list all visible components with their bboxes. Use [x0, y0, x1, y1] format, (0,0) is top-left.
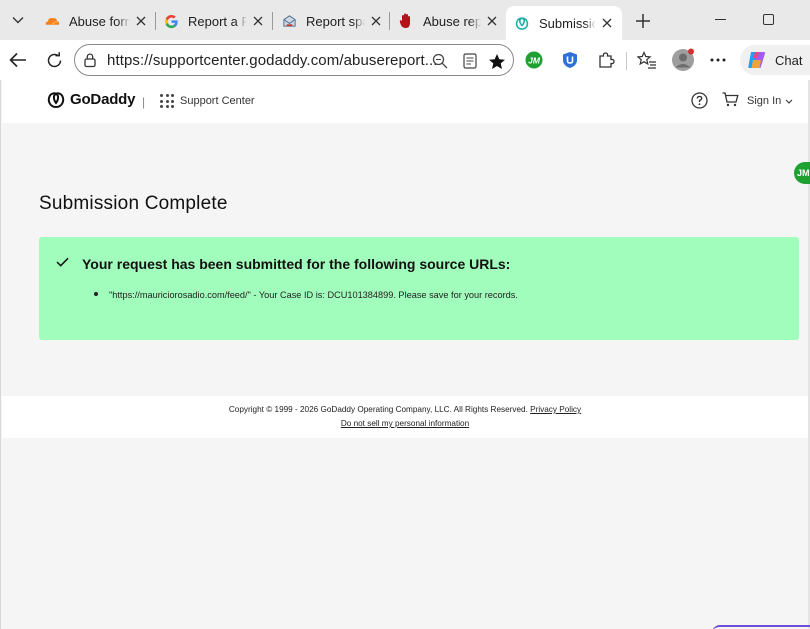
header-separator: | — [142, 95, 146, 109]
do-not-sell-link[interactable]: Do not sell my personal information — [2, 419, 808, 428]
toolbar-divider — [626, 52, 627, 70]
new-tab-button[interactable] — [632, 10, 654, 32]
close-icon[interactable] — [367, 12, 385, 30]
checkmark-icon — [56, 254, 69, 272]
lock-icon[interactable] — [83, 52, 99, 68]
back-button[interactable] — [6, 48, 30, 72]
cart-icon[interactable] — [722, 92, 739, 112]
svg-text:JM: JM — [528, 55, 541, 65]
plus-icon — [636, 14, 650, 28]
copilot-icon — [748, 52, 766, 68]
success-alert: Your request has been submitted for the … — [39, 237, 799, 340]
close-icon[interactable] — [483, 12, 501, 30]
tab-title: Abuse form — [69, 13, 130, 29]
site-footer: Copyright © 1999 - 2026 GoDaddy Operatin… — [2, 396, 808, 438]
stop-hand-icon — [398, 13, 414, 29]
extensions-button[interactable] — [594, 48, 618, 72]
help-icon[interactable] — [691, 92, 708, 114]
tab-separator — [155, 12, 156, 30]
google-icon — [163, 13, 179, 29]
shield-icon — [563, 52, 577, 68]
close-icon[interactable] — [249, 12, 267, 30]
list-bullet — [94, 292, 98, 296]
tab-title: Submission — [539, 15, 596, 31]
maximize-button[interactable] — [763, 14, 774, 25]
cloudflare-icon — [44, 13, 60, 29]
copilot-chat-button[interactable]: Chat — [740, 45, 810, 75]
list-item: "https://mauriciorosadio.com/feed/" - Yo… — [109, 290, 518, 300]
bottom-edge-widget[interactable] — [712, 625, 810, 629]
tab-separator — [272, 12, 273, 30]
tab-title: Report a Pa — [188, 13, 247, 29]
avatar — [672, 48, 694, 71]
close-icon[interactable] — [132, 12, 150, 30]
godaddy-logo-icon — [47, 92, 65, 108]
sidebar-jm-badge[interactable]: JM — [794, 162, 810, 184]
godaddy-logo[interactable]: GoDaddy — [46, 91, 135, 108]
tab-abuse-report[interactable]: Abuse repo — [398, 6, 501, 36]
url-text[interactable]: https://supportcenter.godaddy.com/abuser… — [107, 52, 438, 69]
reader-mode-icon[interactable] — [461, 52, 479, 70]
page-title: Submission Complete — [39, 193, 228, 214]
more-menu-button[interactable] — [706, 48, 730, 72]
copyright-line: Copyright © 1999 - 2026 GoDaddy Operatin… — [2, 405, 808, 414]
profile-button[interactable] — [671, 48, 695, 72]
extension-jm-button[interactable]: JM — [522, 48, 546, 72]
favorite-star-icon[interactable] — [488, 52, 506, 70]
tab-report-spam[interactable]: Report spar — [281, 6, 385, 36]
browser-toolbar: https://supportcenter.godaddy.com/abuser… — [0, 40, 810, 80]
apps-grid-icon[interactable] — [160, 94, 174, 108]
refresh-button[interactable] — [42, 48, 66, 72]
tab-submission[interactable]: Submission — [506, 6, 622, 40]
spam-report-icon — [281, 13, 297, 29]
chat-label: Chat — [775, 52, 803, 68]
sign-in-label: Sign In — [747, 95, 782, 107]
chevron-down-icon — [785, 99, 793, 104]
tab-separator — [389, 12, 390, 30]
puzzle-icon — [599, 52, 615, 68]
arrow-left-icon — [9, 52, 26, 68]
refresh-icon — [47, 51, 61, 67]
tab-strip: Abuse form Report a Pa Report spar Abuse… — [0, 0, 810, 40]
support-center-link[interactable]: Support Center — [180, 95, 255, 107]
close-icon[interactable] — [598, 14, 616, 32]
logo-text: GoDaddy — [70, 91, 136, 108]
page-content: GoDaddy | Support Center Sign In Submiss… — [0, 80, 808, 629]
jm-extension-icon: JM — [525, 51, 543, 69]
privacy-policy-link[interactable]: Privacy Policy — [530, 405, 581, 414]
copyright-text: Copyright © 1999 - 2026 GoDaddy Operatin… — [228, 405, 528, 414]
site-header: GoDaddy | Support Center Sign In — [2, 80, 808, 123]
tab-title: Abuse repo — [423, 13, 481, 29]
tab-report-a-page[interactable]: Report a Pa — [163, 6, 267, 36]
tab-abuse-form[interactable]: Abuse form — [44, 6, 150, 36]
zoom-icon[interactable] — [431, 52, 449, 70]
more-horizontal-icon — [710, 58, 726, 62]
extension-shield-button[interactable] — [558, 48, 582, 72]
tab-title: Report spar — [306, 13, 365, 29]
address-bar[interactable]: https://supportcenter.godaddy.com/abuser… — [74, 44, 514, 76]
alert-title: Your request has been submitted for the … — [82, 256, 511, 272]
godaddy-icon — [514, 15, 530, 31]
favorites-list-icon — [637, 51, 656, 69]
chevron-down-icon — [12, 17, 24, 24]
sign-in-button[interactable]: Sign In — [747, 95, 793, 107]
tab-actions-menu-button[interactable] — [6, 9, 30, 31]
favorites-button[interactable] — [635, 48, 659, 72]
minimize-button[interactable] — [715, 19, 726, 20]
